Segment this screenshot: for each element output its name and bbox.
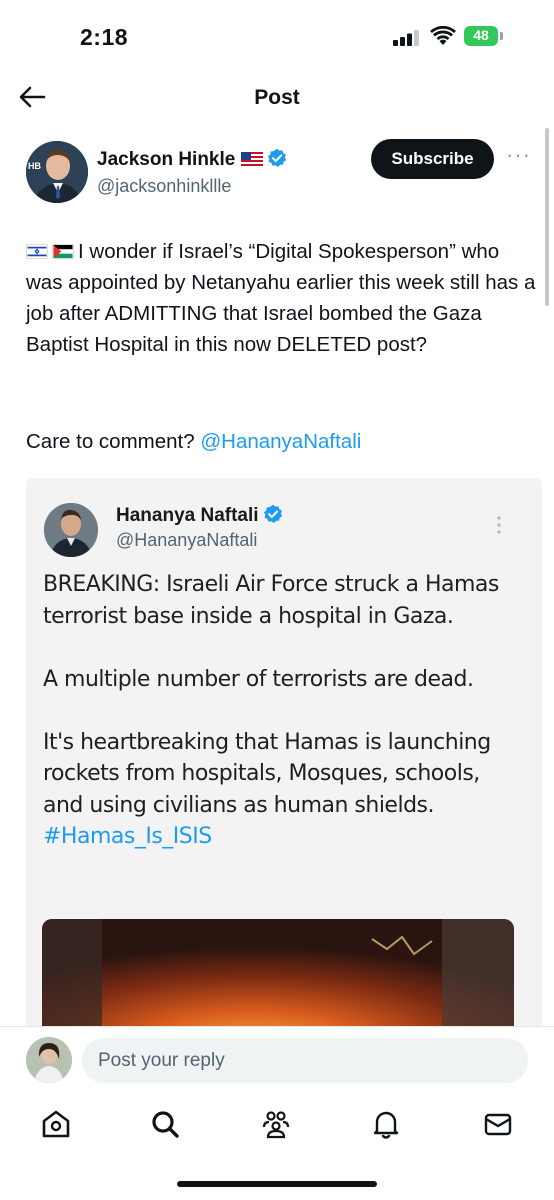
header: Post <box>0 75 554 120</box>
palestine-flag-icon <box>52 244 74 259</box>
author-name-text[interactable]: Jackson Hinkle <box>97 149 235 170</box>
user-avatar[interactable] <box>26 1037 72 1083</box>
israel-flag-icon <box>26 244 48 259</box>
quoted-author-handle: @HananyaNaftali <box>116 530 258 550</box>
scrollbar[interactable] <box>545 128 549 306</box>
home-indicator[interactable] <box>177 1181 377 1187</box>
author-avatar[interactable]: HB <box>26 141 88 203</box>
reply-input[interactable] <box>82 1038 528 1083</box>
quoted-author-name: Hananya Naftali <box>116 504 283 527</box>
quoted-paragraph-1: BREAKING: Israeli Air Force struck a Ham… <box>43 572 499 629</box>
author-handle[interactable]: @jacksonhinkllle <box>97 176 231 197</box>
battery-level: 48 <box>473 27 489 43</box>
subscribe-button[interactable]: Subscribe <box>371 139 494 179</box>
verified-badge-icon <box>268 148 287 167</box>
wifi-icon <box>430 26 456 45</box>
comment-prefix: Care to comment? <box>26 430 201 453</box>
page-title: Post <box>254 86 300 109</box>
mention-link[interactable]: @HananyaNaftali <box>200 430 361 453</box>
status-bar: 2:18 48 <box>0 0 554 75</box>
quoted-text: BREAKING: Israeli Air Force struck a Ham… <box>43 569 523 853</box>
quoted-author-name-text: Hananya Naftali <box>116 505 259 526</box>
status-time: 2:18 <box>80 24 129 50</box>
battery-icon: 48 <box>464 26 504 46</box>
us-flag-icon <box>241 152 264 166</box>
author-name[interactable]: Jackson Hinkle <box>97 148 287 171</box>
quoted-paragraph-3-text: It's heartbreaking that Hamas is launchi… <box>43 729 491 818</box>
avatar-badge: HB <box>28 161 41 171</box>
quoted-paragraph-3: It's heartbreaking that Hamas is launchi… <box>43 727 523 853</box>
quoted-verified-icon <box>263 504 282 523</box>
communities-icon[interactable] <box>259 1107 293 1141</box>
quoted-hashtag: #Hamas_Is_ISIS <box>43 824 212 849</box>
quoted-avatar <box>44 503 98 557</box>
quoted-more-icon <box>497 516 501 534</box>
post-body: I wonder if Israel’s “Digital Spokespers… <box>26 240 536 356</box>
search-icon[interactable] <box>148 1107 182 1141</box>
signal-icon <box>393 30 419 46</box>
comment-line: Care to comment? @HananyaNaftali <box>26 426 536 457</box>
home-icon[interactable] <box>39 1107 73 1141</box>
post-text: I wonder if Israel’s “Digital Spokespers… <box>26 236 536 360</box>
bottom-nav <box>0 1097 554 1157</box>
quoted-paragraph-2: A multiple number of terrorists are dead… <box>43 666 474 692</box>
notifications-icon[interactable] <box>369 1107 403 1141</box>
reply-bar <box>0 1027 554 1097</box>
explosion-photo <box>42 919 514 1038</box>
quoted-post-image[interactable]: Hananya Naftali @HananyaNaftali BREAKING… <box>26 478 542 1038</box>
messages-icon[interactable] <box>481 1107 515 1141</box>
more-options-icon[interactable]: ··· <box>506 144 530 168</box>
